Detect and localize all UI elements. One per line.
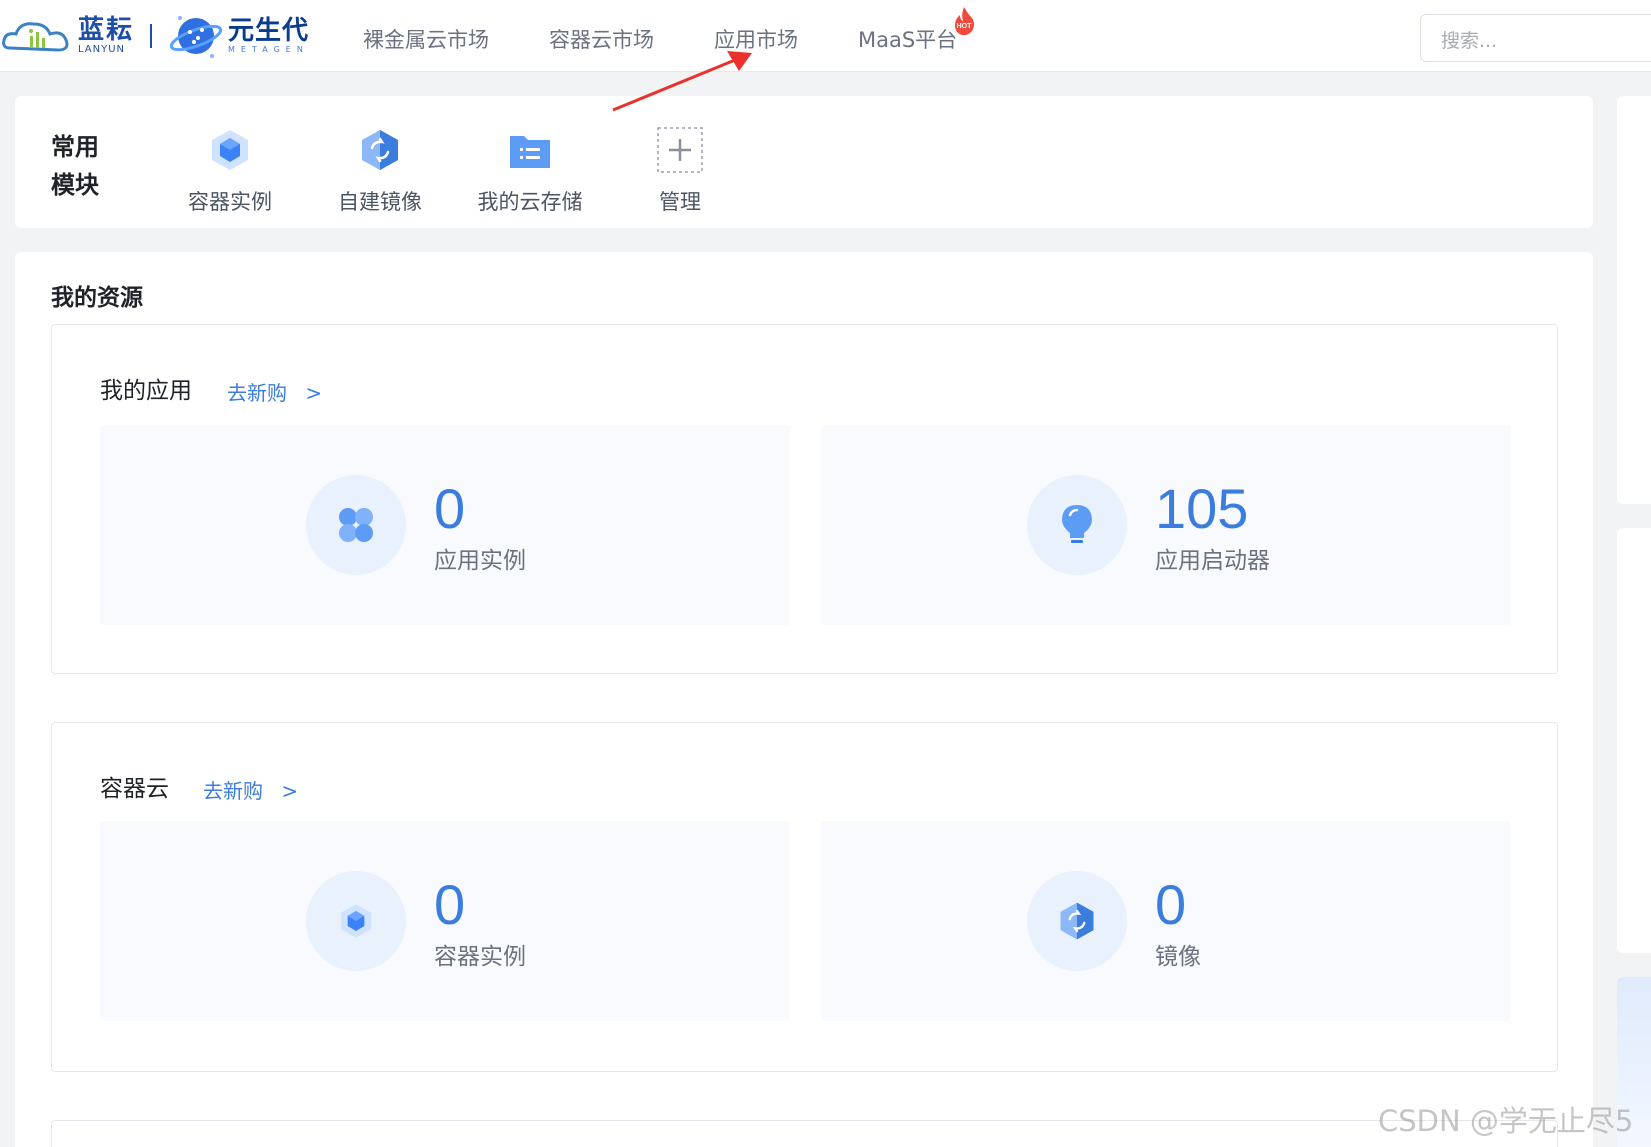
stat-label: 容器实例: [434, 944, 526, 970]
stat-label: 应用启动器: [1155, 548, 1270, 574]
brand-logo[interactable]: 蓝耘 LANYUN 元生代 METAGEN: [0, 8, 309, 64]
stat-app-instances[interactable]: 0 应用实例: [100, 425, 790, 625]
logo-divider: [150, 24, 153, 48]
buy-new-link[interactable]: 去新购 >: [227, 377, 322, 406]
lanyun-cloud-logo-icon: [2, 22, 69, 52]
common-modules-title-line: 常用: [51, 133, 99, 161]
right-side-panel: [1617, 528, 1651, 953]
my-resources-card: 我的资源 我的应用 去新购 > 0 应用实例 105 应用启动器 容器云 去新购…: [15, 252, 1593, 1147]
stat-value: 0: [434, 477, 466, 540]
module-container-instance[interactable]: 容器实例: [165, 126, 295, 216]
hot-flame-badge-icon: HOT: [955, 7, 974, 36]
chevron-right-icon: >: [305, 381, 323, 405]
buy-new-link-label: 去新购: [227, 381, 287, 405]
nav-app-market[interactable]: 应用市场: [714, 24, 798, 54]
stat-app-launchers[interactable]: 105 应用启动器: [821, 425, 1511, 625]
module-label: 容器实例: [188, 190, 272, 214]
section-title: 容器云: [100, 776, 169, 802]
hot-badge-text: HOT: [957, 23, 973, 30]
common-modules-title-line: 模块: [51, 171, 99, 199]
lanyun-logo-text: 蓝耘: [78, 15, 135, 45]
stat-container-instances[interactable]: 0 容器实例: [100, 821, 790, 1021]
metagen-logo-subtext: METAGEN: [228, 45, 309, 54]
module-label: 管理: [659, 190, 701, 214]
top-navigation-bar: 蓝耘 LANYUN 元生代 METAGEN 裸金属云市场 容器云市场 应用市场 …: [0, 0, 1651, 72]
buy-new-link-label: 去新购: [203, 779, 263, 803]
container-cloud-section: 容器云 去新购 > 0 容器实例 0 镜像: [51, 722, 1558, 1072]
image-mirror-icon: [362, 130, 398, 170]
module-my-cloud-storage[interactable]: 我的云存储: [465, 126, 595, 216]
lanyun-logo-subtext: LANYUN: [78, 44, 126, 55]
grid-icon: [339, 508, 373, 542]
right-side-panel: [1617, 96, 1651, 504]
section-title: 我的应用: [100, 378, 192, 404]
watermark: CSDN @学无止尽5: [1378, 1104, 1634, 1138]
nav-container-cloud-market[interactable]: 容器云市场: [549, 24, 654, 54]
nav-bare-metal-market[interactable]: 裸金属云市场: [363, 24, 489, 54]
module-custom-image[interactable]: 自建镜像: [315, 126, 445, 216]
folder-list-icon: [510, 136, 550, 168]
metagen-globe-logo-icon: [169, 16, 223, 58]
common-modules-card: 常用 模块 容器实例 自建镜像 我的云存储 管理: [15, 96, 1593, 228]
buy-new-link[interactable]: 去新购 >: [203, 775, 298, 804]
image-mirror-icon: [1060, 902, 1094, 940]
module-label: 我的云存储: [477, 190, 583, 214]
next-section-partial: [51, 1120, 1558, 1147]
nav-maas-platform[interactable]: MaaS平台: [858, 24, 957, 54]
lightbulb-icon: [1062, 505, 1092, 543]
cube-icon: [212, 130, 248, 170]
search-input[interactable]: 搜索...: [1420, 14, 1651, 62]
my-apps-section: 我的应用 去新购 > 0 应用实例 105 应用启动器: [51, 324, 1558, 674]
common-modules-title: 常用 模块: [51, 128, 99, 204]
stat-value: 105: [1155, 477, 1249, 540]
chevron-right-icon: >: [281, 779, 299, 803]
plus-icon: [657, 127, 703, 173]
stat-value: 0: [434, 873, 466, 936]
stat-images[interactable]: 0 镜像: [821, 821, 1511, 1021]
stat-value: 0: [1155, 873, 1187, 936]
cube-icon: [341, 904, 371, 938]
stat-label: 应用实例: [434, 548, 526, 574]
module-manage[interactable]: 管理: [615, 126, 745, 216]
my-resources-title: 我的资源: [51, 285, 143, 311]
metagen-logo-text: 元生代: [228, 16, 310, 46]
module-label: 自建镜像: [338, 190, 422, 214]
stat-label: 镜像: [1155, 944, 1201, 970]
